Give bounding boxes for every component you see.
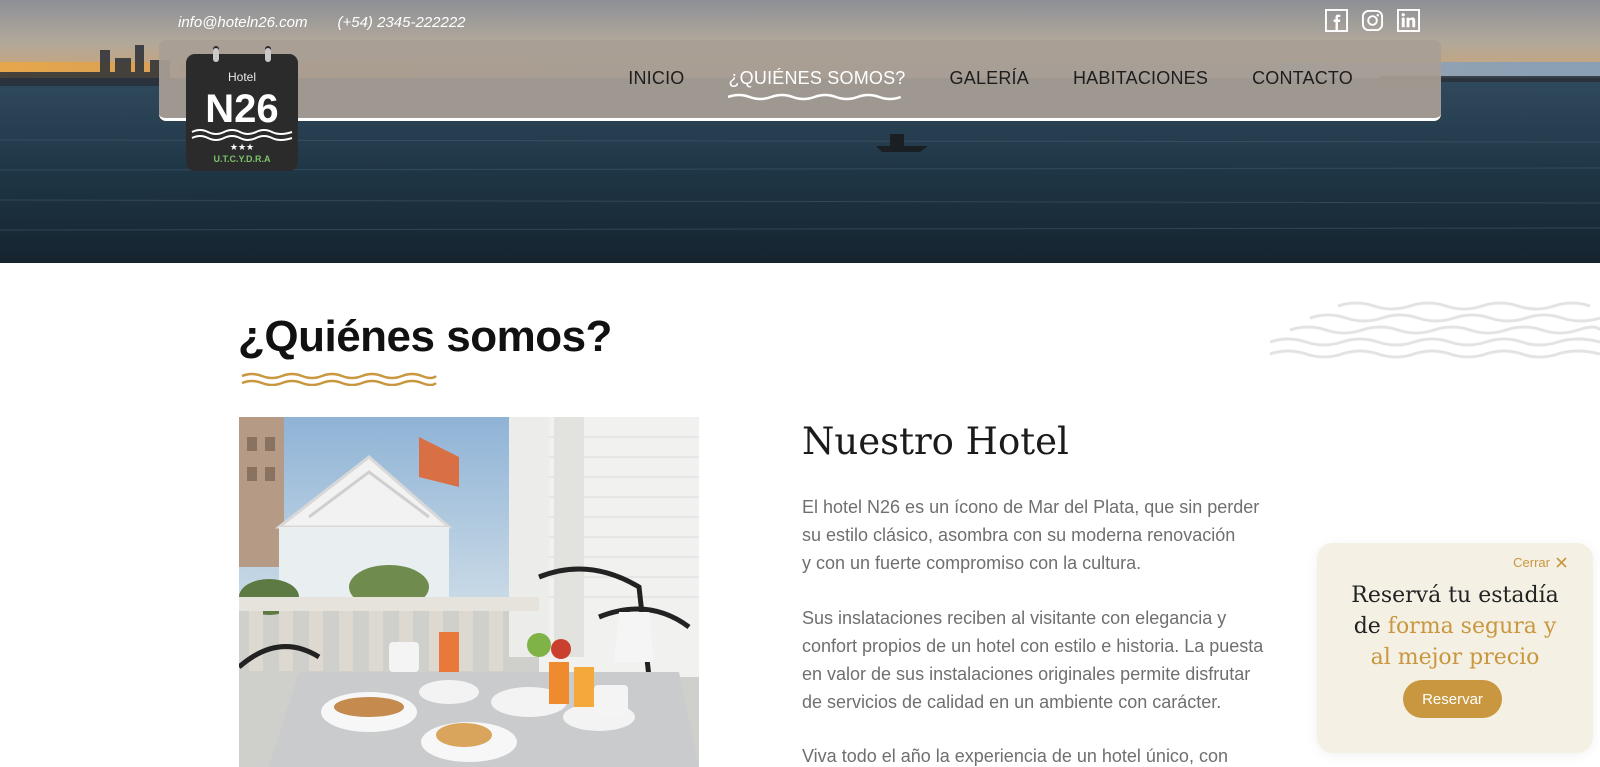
- popup-title-line: Reservá tu estadía: [1351, 583, 1559, 608]
- paragraph-intro: El hotel N26 es un ícono de Mar del Plat…: [802, 493, 1324, 577]
- text-line: Sus inslataciones reciben al visitante c…: [802, 608, 1227, 628]
- svg-text:U.T.C.Y.D.R.A: U.T.C.Y.D.R.A: [213, 154, 271, 164]
- text-line: en valor de sus instalaciones originales…: [802, 664, 1251, 684]
- nav-quienes-somos[interactable]: ¿QUIÉNES SOMOS?: [728, 68, 905, 101]
- nav-inicio[interactable]: INICIO: [628, 68, 684, 89]
- social-links: [1325, 9, 1420, 32]
- text-line: y con un fuerte compromiso con la cultur…: [802, 553, 1142, 573]
- reserve-button[interactable]: Reservar: [1403, 680, 1502, 718]
- title-underline-wave: [241, 372, 437, 386]
- popup-title: Reservá tu estadía de forma segura y al …: [1317, 580, 1593, 673]
- text-line: confort propios de un hotel con estilo e…: [802, 636, 1264, 656]
- text-line: de servicios de calidad en un ambiente c…: [802, 692, 1222, 712]
- svg-text:N26: N26: [205, 87, 278, 131]
- popup-close-button[interactable]: Cerrar: [1513, 555, 1567, 570]
- email-link[interactable]: info@hoteln26.com: [178, 14, 307, 31]
- breakfast-terrace-photo: [239, 417, 699, 767]
- contact-bar: info@hoteln26.com (+54) 2345-222222: [178, 14, 466, 31]
- text-line: El hotel N26 es un ícono de Mar del Plat…: [802, 497, 1260, 517]
- paragraph-facilities: Sus inslataciones reciben al visitante c…: [802, 604, 1324, 716]
- decorative-waves: [1270, 301, 1600, 359]
- main-nav: INICIO ¿QUIÉNES SOMOS? GALERÍA HABITACIO…: [628, 68, 1353, 101]
- popup-title-line: al mejor precio: [1370, 645, 1540, 670]
- main-navbar: INICIO ¿QUIÉNES SOMOS? GALERÍA HABITACIO…: [159, 40, 1441, 121]
- nav-habitaciones[interactable]: HABITACIONES: [1073, 68, 1208, 89]
- nav-galeria[interactable]: GALERÍA: [950, 68, 1029, 89]
- nav-contacto[interactable]: CONTACTO: [1252, 68, 1353, 89]
- close-label: Cerrar: [1513, 555, 1550, 570]
- reservation-popup: Cerrar Reservá tu estadía de forma segur…: [1317, 543, 1593, 753]
- active-underline-wave: [728, 93, 902, 101]
- text-line: Viva todo el año la experiencia de un ho…: [802, 746, 1228, 766]
- hotel-logo[interactable]: Hotel N26 ★★★ U.T.C.Y.D.R.A: [186, 46, 298, 171]
- close-icon: [1556, 557, 1567, 568]
- phone-link[interactable]: (+54) 2345-222222: [337, 14, 465, 31]
- svg-text:★★★: ★★★: [230, 143, 254, 153]
- section-subtitle: Nuestro Hotel: [802, 420, 1069, 463]
- svg-text:Hotel: Hotel: [228, 70, 256, 84]
- text-line: su estilo clásico, asombra con su modern…: [802, 525, 1236, 545]
- linkedin-icon[interactable]: [1397, 9, 1420, 32]
- page-title: ¿Quiénes somos?: [238, 312, 612, 361]
- popup-title-line: de forma segura y: [1353, 614, 1557, 639]
- paragraph-experience: Viva todo el año la experiencia de un ho…: [802, 742, 1324, 767]
- instagram-icon[interactable]: [1361, 9, 1384, 32]
- facebook-icon[interactable]: [1325, 9, 1348, 32]
